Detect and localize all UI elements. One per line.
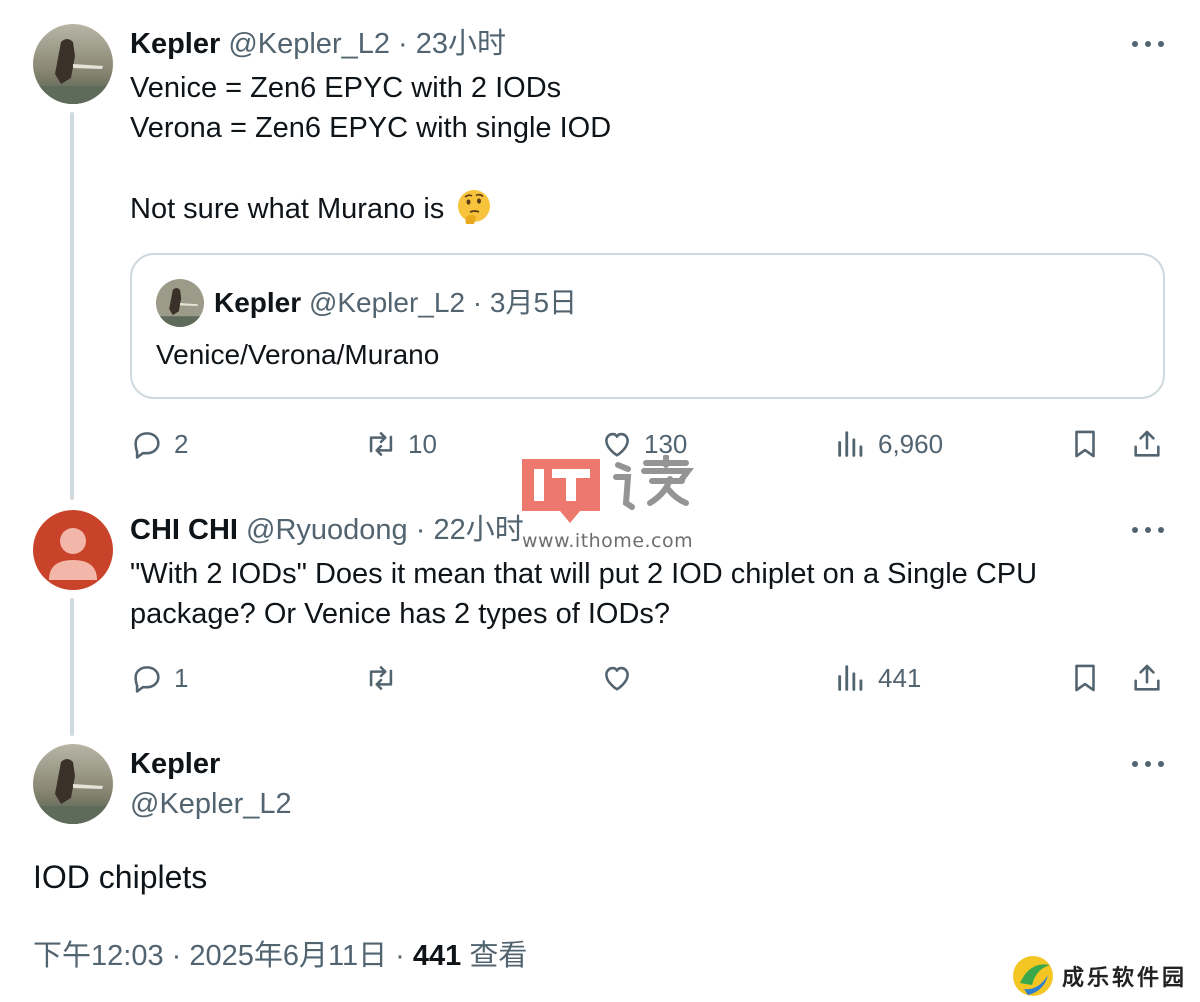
separator-dot: · xyxy=(415,514,426,546)
share-icon xyxy=(1134,664,1160,691)
bookmark-button[interactable] xyxy=(1068,661,1102,695)
reply-icon xyxy=(134,666,160,693)
views-label: 查看 xyxy=(469,940,528,972)
retweet-button[interactable]: 10 xyxy=(364,424,437,464)
more-options-icon[interactable] xyxy=(1132,37,1164,51)
reply-button[interactable]: 2 xyxy=(130,424,188,464)
tweet-meta: 下午12:03 · 2025年6月11日 · 441 查看 xyxy=(33,936,527,976)
retweet-icon xyxy=(369,432,393,456)
retweet-count: 10 xyxy=(408,429,437,459)
tweet-text-line-with-emoji: Not sure what Murano is xyxy=(130,188,492,229)
author-handle[interactable]: @Kepler_L2 xyxy=(228,28,390,60)
avatar[interactable] xyxy=(33,510,113,590)
avatar[interactable] xyxy=(156,279,204,327)
reply-count: 1 xyxy=(174,663,189,693)
author-handle: @Kepler_L2 xyxy=(308,287,466,318)
post-time: 3月5日 xyxy=(489,287,578,318)
author-name[interactable]: Kepler xyxy=(130,748,220,780)
post-timestamp[interactable]: 下午12:03 · 2025年6月11日 · xyxy=(33,940,413,972)
analytics-icon xyxy=(838,431,863,457)
reply-icon xyxy=(134,432,160,459)
quoted-tweet-card[interactable]: Kepler @Kepler_L2 · 3月5日 Venice/Verona/M… xyxy=(130,253,1165,399)
corner-logo-icon xyxy=(1013,956,1053,996)
views-button[interactable]: 6,960 xyxy=(834,424,943,464)
bookmark-icon xyxy=(1075,664,1095,692)
thinking-face-emoji xyxy=(458,190,491,224)
views-count[interactable]: 441 xyxy=(413,940,461,972)
share-button[interactable] xyxy=(1130,427,1164,461)
avatar[interactable] xyxy=(33,24,113,104)
author-handle[interactable]: @Ryuodong xyxy=(246,514,408,546)
share-icon xyxy=(1134,430,1160,457)
tweet-text-line: Verona = Zen6 EPYC with single IOD xyxy=(130,112,612,144)
tweet-text-line: Venice = Zen6 EPYC with 2 IODs xyxy=(130,72,562,104)
author-name[interactable]: CHI CHI xyxy=(130,514,238,546)
thread-line xyxy=(70,598,74,736)
tweet-header: CHI CHI @Ryuodong · 22小时 xyxy=(130,512,524,548)
heart-icon xyxy=(605,666,629,691)
analytics-icon xyxy=(838,665,863,691)
tweet-text-line: "With 2 IODs" Does it mean that will put… xyxy=(130,558,1038,590)
like-button[interactable] xyxy=(600,658,644,698)
views-button[interactable]: 441 xyxy=(834,658,921,698)
reply-button[interactable]: 1 xyxy=(130,658,188,698)
author-handle[interactable]: @Kepler_L2 xyxy=(130,788,292,820)
corner-watermark: 成乐软件园 xyxy=(1010,953,1190,999)
post-time[interactable]: 22小时 xyxy=(433,514,523,546)
bookmark-icon xyxy=(1075,430,1095,458)
author-name: Kepler xyxy=(214,287,302,318)
more-options-icon[interactable] xyxy=(1132,757,1164,771)
retweet-icon xyxy=(369,666,393,690)
retweet-button[interactable] xyxy=(364,658,408,698)
post-time[interactable]: 23小时 xyxy=(416,28,506,60)
tweet-header: Kepler @Kepler_L2 · 23小时 xyxy=(130,26,506,62)
views-count: 6,960 xyxy=(878,429,944,459)
quoted-tweet-header: Kepler @Kepler_L2 · 3月5日 xyxy=(214,285,577,321)
bookmark-button[interactable] xyxy=(1068,427,1102,461)
avatar[interactable] xyxy=(33,744,113,824)
main-author-name-row: Kepler xyxy=(130,746,220,782)
tweet-text-line: package? Or Venice has 2 types of IODs? xyxy=(130,598,671,630)
corner-watermark-text: 成乐软件园 xyxy=(1062,965,1188,991)
separator-dot: · xyxy=(472,287,483,318)
watermark-url: www.ithome.com xyxy=(522,530,694,552)
author-name[interactable]: Kepler xyxy=(130,28,220,60)
more-options-icon[interactable] xyxy=(1132,523,1164,537)
views-count: 441 xyxy=(878,663,922,693)
separator-dot: · xyxy=(398,28,408,60)
quoted-tweet-text: Venice/Verona/Murano xyxy=(156,339,440,370)
main-tweet-text: IOD chiplets xyxy=(33,859,208,895)
thread-line xyxy=(70,112,74,500)
reply-count: 2 xyxy=(174,429,189,459)
tweet-text-line: Not sure what Murano is xyxy=(130,193,445,225)
main-author-handle-row: @Kepler_L2 xyxy=(130,786,292,822)
share-button[interactable] xyxy=(1130,661,1164,695)
